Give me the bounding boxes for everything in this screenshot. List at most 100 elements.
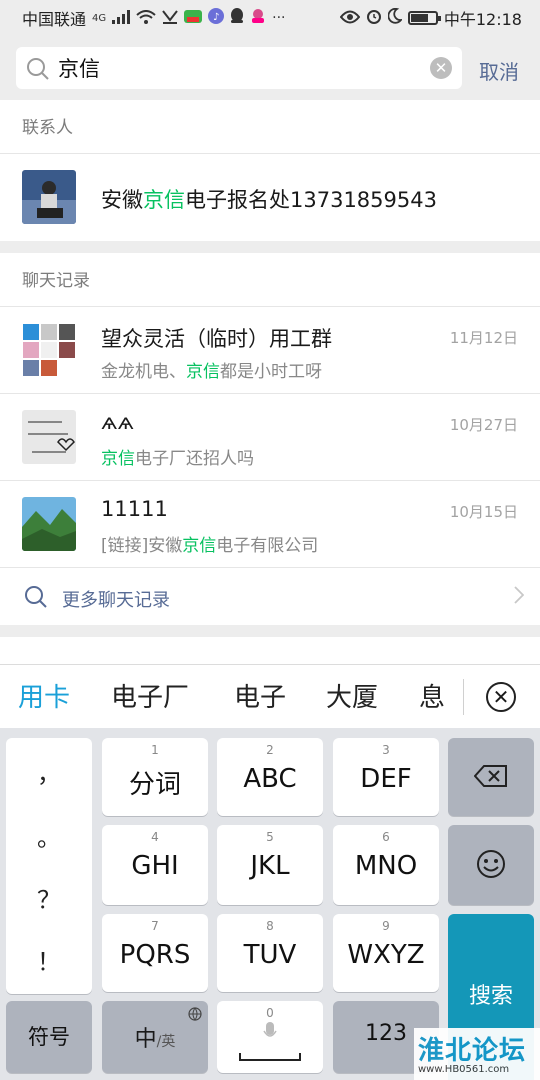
- key-num: 8: [266, 919, 274, 933]
- chat-snippet: [链接]安徽京信电子有限公司: [101, 531, 318, 556]
- key-7[interactable]: 7 PQRS: [102, 914, 208, 992]
- key-num: 1: [151, 743, 159, 757]
- key-label: ABC: [243, 764, 297, 794]
- contact-result-row[interactable]: 安徽京信电子报名处13731859543: [0, 154, 540, 240]
- key-num: 3: [382, 743, 390, 757]
- chat-snippet: 金龙机电、京信都是小时工呀: [101, 357, 322, 382]
- backspace-icon: [473, 764, 508, 792]
- contacts-header: 联系人: [0, 100, 540, 154]
- candidate-item[interactable]: 用卡: [18, 677, 70, 714]
- punct-comma[interactable]: ，: [6, 754, 92, 789]
- more-chat-history-link[interactable]: 更多聊天记录: [0, 568, 540, 626]
- punct-question[interactable]: ？: [6, 880, 92, 915]
- snippet-match: 京信: [186, 362, 220, 382]
- contact-name: 安徽京信电子报名处13731859543: [101, 184, 437, 214]
- key-2[interactable]: 2 ABC: [217, 738, 323, 816]
- key-label: DEF: [360, 764, 412, 794]
- key-num: 4: [151, 830, 159, 844]
- search-box[interactable]: ✕: [16, 47, 462, 89]
- key-8[interactable]: 8 TUV: [217, 914, 323, 992]
- punct-exclaim[interactable]: ！: [6, 942, 92, 977]
- language-switch-key[interactable]: 中/英: [102, 1001, 208, 1073]
- chat-title: 11111: [101, 497, 168, 521]
- chat-snippet: 京信电子厂还招人吗: [101, 444, 254, 469]
- status-bar: 中国联通 4G ♪ ··· 中午12:18: [0, 0, 540, 36]
- punct-period[interactable]: 。: [6, 818, 92, 853]
- battery-icon: [407, 11, 441, 25]
- key-5[interactable]: 5 JKL: [217, 825, 323, 905]
- search-input[interactable]: [58, 52, 428, 84]
- snippet-prefix: 金龙机电、: [101, 362, 186, 382]
- watermark-url: www.HB0561.com: [418, 1064, 510, 1075]
- key-label: MNO: [354, 851, 418, 881]
- key-num: 9: [382, 919, 390, 933]
- key-9[interactable]: 9 WXYZ: [333, 914, 439, 992]
- key-label: WXYZ: [347, 940, 425, 970]
- do-not-disturb-moon-icon: [387, 7, 403, 28]
- collapse-candidates-icon[interactable]: ✕: [486, 682, 516, 712]
- contact-name-match: 京信: [143, 188, 185, 212]
- signal-icon: [112, 9, 131, 28]
- punctuation-column[interactable]: ， 。 ？ ！: [6, 738, 92, 994]
- snippet-suffix: 电子有限公司: [216, 536, 319, 556]
- candidate-item[interactable]: 大厦: [326, 677, 378, 714]
- search-icon: [24, 585, 48, 613]
- key-6[interactable]: 6 MNO: [333, 825, 439, 905]
- candidate-item[interactable]: 电子厂: [111, 677, 189, 714]
- symbols-key-label: 符号: [28, 1025, 70, 1049]
- chat-result-row[interactable]: 11111 10月15日 [链接]安徽京信电子有限公司: [0, 481, 540, 568]
- key-label: 分词: [128, 770, 181, 800]
- snippet-prefix: [链接]安徽: [101, 536, 183, 556]
- lang-main: 中: [134, 1027, 157, 1052]
- carrier-name: 中国联通: [22, 10, 87, 29]
- backspace-key[interactable]: [448, 738, 534, 816]
- candidate-divider: [463, 679, 464, 715]
- video-app-icon: [184, 8, 203, 28]
- forum-watermark: 淮北论坛 www.HB0561.com: [414, 1028, 540, 1080]
- snippet-suffix: 都是小时工呀: [220, 362, 322, 382]
- language-switch-label: 中/英: [102, 1021, 208, 1053]
- key-4[interactable]: 4 GHI: [102, 825, 208, 905]
- chat-result-row[interactable]: 望众灵活（临时）用工群 11月12日 金龙机电、京信都是小时工呀: [0, 307, 540, 394]
- snippet-suffix: 电子厂还招人吗: [135, 449, 254, 469]
- key-num: 2: [266, 743, 274, 757]
- alarm-icon: [366, 8, 382, 28]
- ime-candidate-bar: 用卡 电子厂 电子 大厦 息 ✕: [0, 664, 540, 728]
- contact-name-suffix: 电子报名处13731859543: [185, 188, 437, 212]
- snippet-match: 京信: [182, 536, 217, 556]
- chevron-right-icon: [514, 586, 525, 609]
- search-header: ✕ 取消: [0, 36, 540, 100]
- network-type: 4G: [92, 12, 107, 24]
- key-label: GHI: [131, 851, 179, 881]
- key-num: 7: [151, 919, 159, 933]
- key-3[interactable]: 3 DEF: [333, 738, 439, 816]
- emoji-key[interactable]: [448, 825, 534, 905]
- status-time: 中午12:18: [443, 10, 522, 29]
- microphone-icon: [263, 1021, 277, 1047]
- chat-avatar: [22, 410, 76, 464]
- key-label: TUV: [243, 940, 297, 970]
- chat-date: 10月27日: [449, 416, 518, 434]
- candidate-item[interactable]: 电子: [234, 677, 286, 714]
- contact-avatar: [22, 170, 76, 224]
- key-1[interactable]: 1 分词: [102, 738, 208, 816]
- svg-text:♪: ♪: [213, 12, 219, 23]
- chat-title: ѧѧ: [101, 410, 134, 434]
- app-notification-icon: [250, 8, 266, 28]
- chat-result-row[interactable]: ѧѧ 10月27日 京信电子厂还招人吗: [0, 394, 540, 481]
- space-key[interactable]: 0: [217, 1001, 323, 1073]
- chat-date: 10月15日: [449, 503, 518, 521]
- qq-icon: [230, 8, 244, 28]
- chat-history-header: 聊天记录: [0, 253, 540, 307]
- clear-search-icon[interactable]: ✕: [430, 57, 452, 79]
- symbols-key[interactable]: 符号: [6, 1001, 92, 1073]
- chat-title: 望众灵活（临时）用工群: [101, 327, 332, 351]
- music-app-icon: ♪: [208, 8, 225, 28]
- search-icon: [26, 57, 50, 85]
- landscape-avatar: [22, 497, 76, 551]
- cancel-button[interactable]: 取消: [479, 56, 519, 85]
- wifi-icon: [136, 9, 156, 28]
- key-num: 5: [266, 830, 274, 844]
- more-notifications-icon: ···: [272, 10, 286, 26]
- candidate-item[interactable]: 息: [419, 677, 445, 714]
